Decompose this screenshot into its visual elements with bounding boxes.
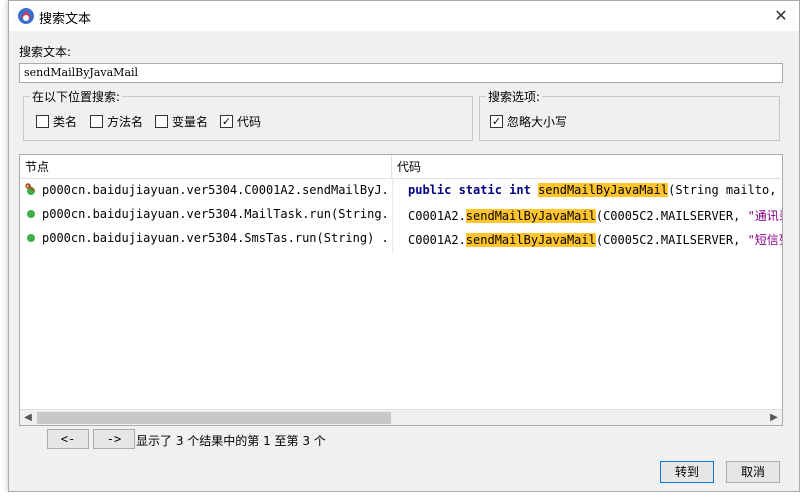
table-row[interactable]: p000cn.baidujiayuan.ver5304.C0001A2.send… bbox=[20, 179, 782, 203]
checkbox-code[interactable]: ✓ 代码 bbox=[220, 113, 261, 130]
code-match: sendMailByJavaMail bbox=[465, 233, 596, 247]
green-dot-icon bbox=[27, 210, 35, 218]
code-cell: C0001A2.sendMailByJavaMail(C0005C2.MAILS… bbox=[408, 207, 782, 224]
results-status: 显示了 3 个结果中的第 1 至第 3 个 bbox=[136, 434, 326, 448]
code-match: sendMailByJavaMail bbox=[465, 209, 596, 223]
search-options-group: 搜索选项: ✓ 忽略大小写 bbox=[479, 88, 780, 141]
dialog-title: 搜索文本 bbox=[39, 12, 92, 27]
checkbox-ignore-case[interactable]: ✓ 忽略大小写 bbox=[490, 113, 567, 130]
title-bar[interactable]: 搜索文本 ✕ bbox=[9, 1, 799, 31]
checkbox-label: 代码 bbox=[237, 115, 262, 129]
node-cell: p000cn.baidujiayuan.ver5304.C0001A2.send… bbox=[24, 183, 390, 197]
code-string: "通讯录 bbox=[747, 209, 782, 223]
next-page-button[interactable]: -> bbox=[93, 429, 135, 449]
code-prefix: C0001A2. bbox=[408, 233, 466, 247]
checkbox-class-name[interactable]: 类名 bbox=[36, 113, 77, 130]
code-rest: (String mailto, St bbox=[668, 183, 782, 197]
scrollbar-thumb[interactable] bbox=[37, 412, 391, 424]
scroll-left-icon[interactable]: ◀ bbox=[20, 410, 36, 426]
checkbox-box[interactable] bbox=[36, 115, 49, 128]
code-keyword: public static int bbox=[408, 183, 531, 197]
checkbox-label: 忽略大小写 bbox=[507, 115, 568, 129]
code-string: "短信列 bbox=[747, 233, 782, 247]
scroll-right-icon[interactable]: ▶ bbox=[766, 410, 782, 426]
node-text: p000cn.baidujiayuan.ver5304.SmsTas.run(S… bbox=[42, 231, 390, 245]
column-header-code[interactable]: 代码 bbox=[392, 155, 784, 179]
results-table: 节点 代码 p000cn.baidujiayuan.ver5304.C0001A… bbox=[19, 154, 784, 426]
checkbox-label: 方法名 bbox=[107, 115, 144, 129]
go-to-button[interactable]: 转到 bbox=[660, 461, 714, 483]
search-location-group: 在以下位置搜索: 类名 方法名 变量名 ✓ 代码 bbox=[23, 88, 473, 141]
code-middle: (C0005C2.MAILSERVER, bbox=[595, 209, 748, 223]
checkbox-box-checked[interactable]: ✓ bbox=[220, 115, 233, 128]
checkbox-box[interactable] bbox=[155, 115, 168, 128]
checkbox-box-checked[interactable]: ✓ bbox=[490, 115, 503, 128]
checkbox-variable-name[interactable]: 变量名 bbox=[155, 113, 208, 130]
close-icon[interactable]: ✕ bbox=[769, 4, 793, 28]
node-cell: p000cn.baidujiayuan.ver5304.SmsTas.run(S… bbox=[24, 231, 390, 245]
horizontal-scrollbar[interactable]: ◀ ▶ bbox=[20, 409, 782, 425]
code-prefix: C0001A2. bbox=[408, 209, 466, 223]
code-middle: (C0005C2.MAILSERVER, bbox=[595, 233, 748, 247]
checkbox-method-name[interactable]: 方法名 bbox=[90, 113, 143, 130]
code-cell: C0001A2.sendMailByJavaMail(C0005C2.MAILS… bbox=[408, 231, 782, 248]
method-wrench-icon bbox=[25, 183, 35, 195]
cancel-button[interactable]: 取消 bbox=[726, 461, 780, 483]
code-cell: public static int sendMailByJavaMail(Str… bbox=[408, 183, 782, 197]
green-dot-icon bbox=[27, 234, 35, 242]
background-bottom-strip bbox=[0, 492, 800, 500]
node-text: p000cn.baidujiayuan.ver5304.MailTask.run… bbox=[42, 207, 390, 221]
search-location-title: 在以下位置搜索: bbox=[30, 88, 123, 105]
column-header-node[interactable]: 节点 bbox=[20, 155, 392, 179]
prev-page-button[interactable]: <- bbox=[47, 429, 89, 449]
search-input[interactable]: sendMailByJavaMail bbox=[19, 63, 783, 83]
node-text: p000cn.baidujiayuan.ver5304.C0001A2.send… bbox=[42, 183, 390, 197]
node-cell: p000cn.baidujiayuan.ver5304.MailTask.run… bbox=[24, 207, 390, 221]
search-options-title: 搜索选项: bbox=[486, 88, 543, 105]
checkbox-label: 类名 bbox=[53, 115, 78, 129]
checkbox-box[interactable] bbox=[90, 115, 103, 128]
app-logo-icon bbox=[18, 8, 34, 24]
search-text-label: 搜索文本: bbox=[19, 45, 72, 59]
checkbox-label: 变量名 bbox=[172, 115, 209, 129]
table-row[interactable]: p000cn.baidujiayuan.ver5304.SmsTas.run(S… bbox=[20, 227, 782, 251]
table-row[interactable]: p000cn.baidujiayuan.ver5304.MailTask.run… bbox=[20, 203, 782, 227]
search-text-dialog: 搜索文本 ✕ 搜索文本: sendMailByJavaMail 在以下位置搜索:… bbox=[8, 0, 800, 492]
code-match: sendMailByJavaMail bbox=[538, 183, 669, 197]
